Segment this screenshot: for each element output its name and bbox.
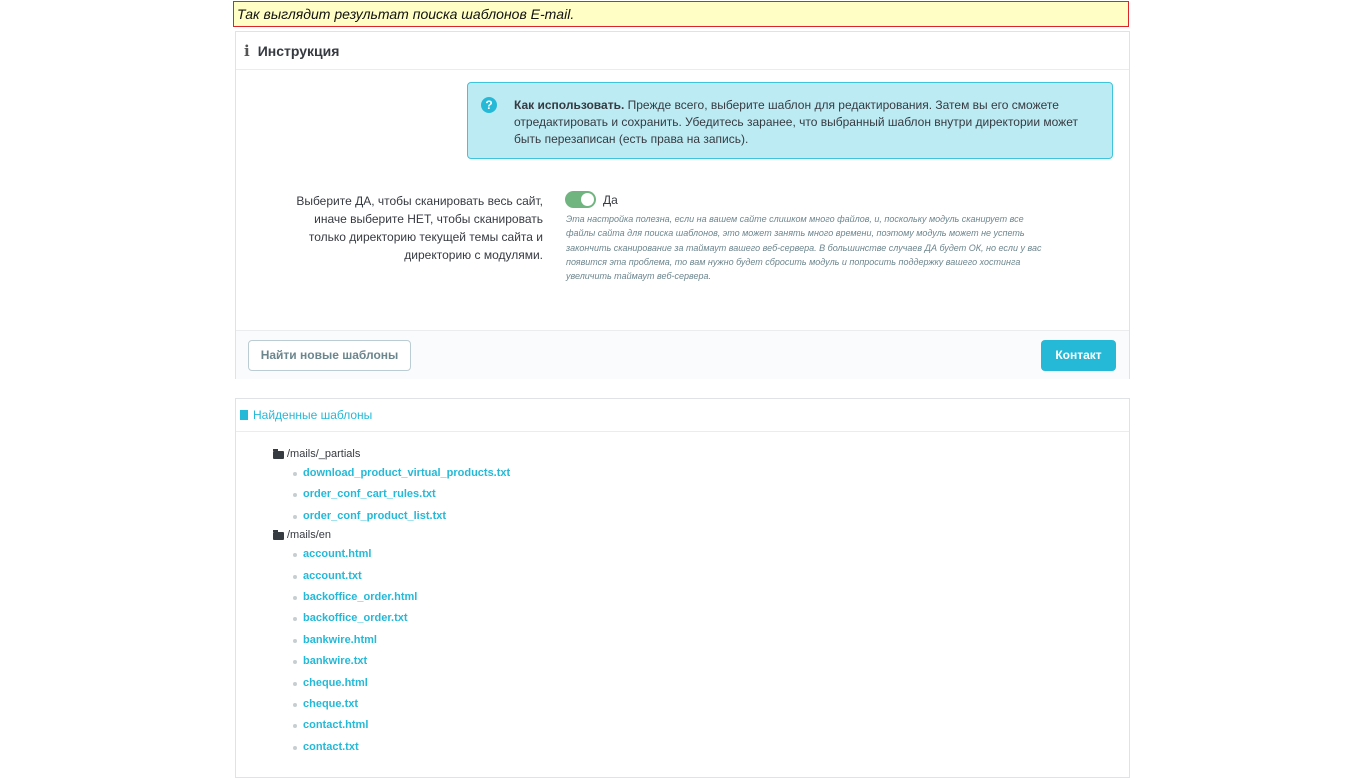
caption-banner: Так выглядит результат поиска шаблонов E… [233, 1, 1129, 27]
bullet-icon [293, 553, 297, 558]
panel-header: i Инструкция [236, 32, 1129, 70]
template-file-link[interactable]: bankwire.html [273, 630, 510, 651]
template-file-link[interactable]: backoffice_order.txt [273, 608, 510, 629]
scan-label: Выберите ДА, чтобы сканировать весь сайт… [296, 194, 543, 262]
bullet-icon [293, 472, 297, 476]
folder-path: /mails/en [287, 529, 332, 542]
file-name: order_conf_product_list.txt [303, 509, 447, 522]
file-name: contact.html [303, 719, 369, 732]
file-icon [240, 410, 248, 420]
template-file-link[interactable]: cheque.txt [273, 694, 510, 715]
template-file-link[interactable]: download_product_virtual_products.txt [273, 463, 510, 484]
template-file-link[interactable]: contact.html [273, 715, 510, 736]
file-name: backoffice_order.txt [303, 612, 408, 625]
instructions-panel: i Инструкция ? Как использовать. Прежде … [235, 31, 1130, 379]
bullet-icon [293, 595, 297, 600]
bullet-icon [293, 660, 297, 665]
toggle-knob [581, 193, 594, 206]
template-file-link[interactable]: cheque.html [273, 673, 510, 694]
template-tree: /mails/_partials download_product_virtual… [273, 446, 510, 758]
bullet-icon [293, 617, 297, 622]
template-file-link[interactable]: order_conf_cart_rules.txt [273, 484, 510, 505]
found-panel-header: Найденные шаблоны [236, 399, 1129, 432]
find-templates-button[interactable]: Найти новые шаблоны [248, 340, 411, 371]
info-alert: ? Как использовать. Прежде всего, выбери… [467, 82, 1113, 159]
contact-button[interactable]: Контакт [1041, 340, 1116, 371]
bullet-icon [293, 724, 297, 729]
question-icon: ? [481, 97, 497, 113]
help-text: Эта настройка полезна, если на вашем сай… [566, 214, 1042, 282]
template-file-link[interactable]: backoffice_order.html [273, 587, 510, 608]
scan-toggle[interactable] [565, 191, 596, 208]
template-file-link[interactable]: order_conf_product_list.txt [273, 506, 510, 527]
bullet-icon [293, 681, 297, 686]
file-name: contact.txt [303, 740, 359, 753]
alert-bold-text: Как использовать. [514, 98, 625, 112]
toggle-value: Да [603, 193, 618, 207]
folder-icon [273, 448, 284, 459]
info-icon: i [244, 41, 250, 60]
folder-path: /mails/_partials [287, 448, 361, 460]
bullet-icon [293, 638, 297, 643]
file-name: cheque.html [303, 676, 368, 689]
found-templates-panel: Найденные шаблоны /mails/_partialsdownlo… [235, 398, 1130, 778]
found-panel-title: Найденные шаблоны [253, 408, 373, 422]
folder-item: /mails/_partials [273, 446, 510, 463]
panel-title: Инструкция [257, 42, 340, 59]
file-name: order_conf_cart_rules.txt [303, 488, 436, 501]
bullet-icon [293, 514, 297, 519]
file-name: cheque.txt [303, 697, 359, 710]
file-name: download_product_virtual_products.txt [303, 467, 511, 479]
bullet-icon [293, 574, 297, 579]
template-file-link[interactable]: account.html [273, 544, 510, 565]
file-name: bankwire.html [303, 633, 377, 646]
template-file-link[interactable]: bankwire.txt [273, 651, 510, 672]
panel-footer: Найти новые шаблоны Контакт [236, 330, 1129, 379]
bullet-icon [293, 702, 297, 707]
file-name: backoffice_order.html [303, 590, 418, 603]
template-file-link[interactable]: account.txt [273, 566, 510, 587]
folder-icon [273, 529, 284, 540]
file-name: account.txt [303, 569, 362, 582]
file-name: bankwire.txt [303, 655, 368, 668]
file-name: account.html [303, 548, 372, 561]
template-file-link[interactable]: contact.txt [273, 737, 510, 758]
bullet-icon [293, 493, 297, 498]
bullet-icon [293, 745, 297, 750]
folder-item: /mails/en [273, 527, 510, 544]
